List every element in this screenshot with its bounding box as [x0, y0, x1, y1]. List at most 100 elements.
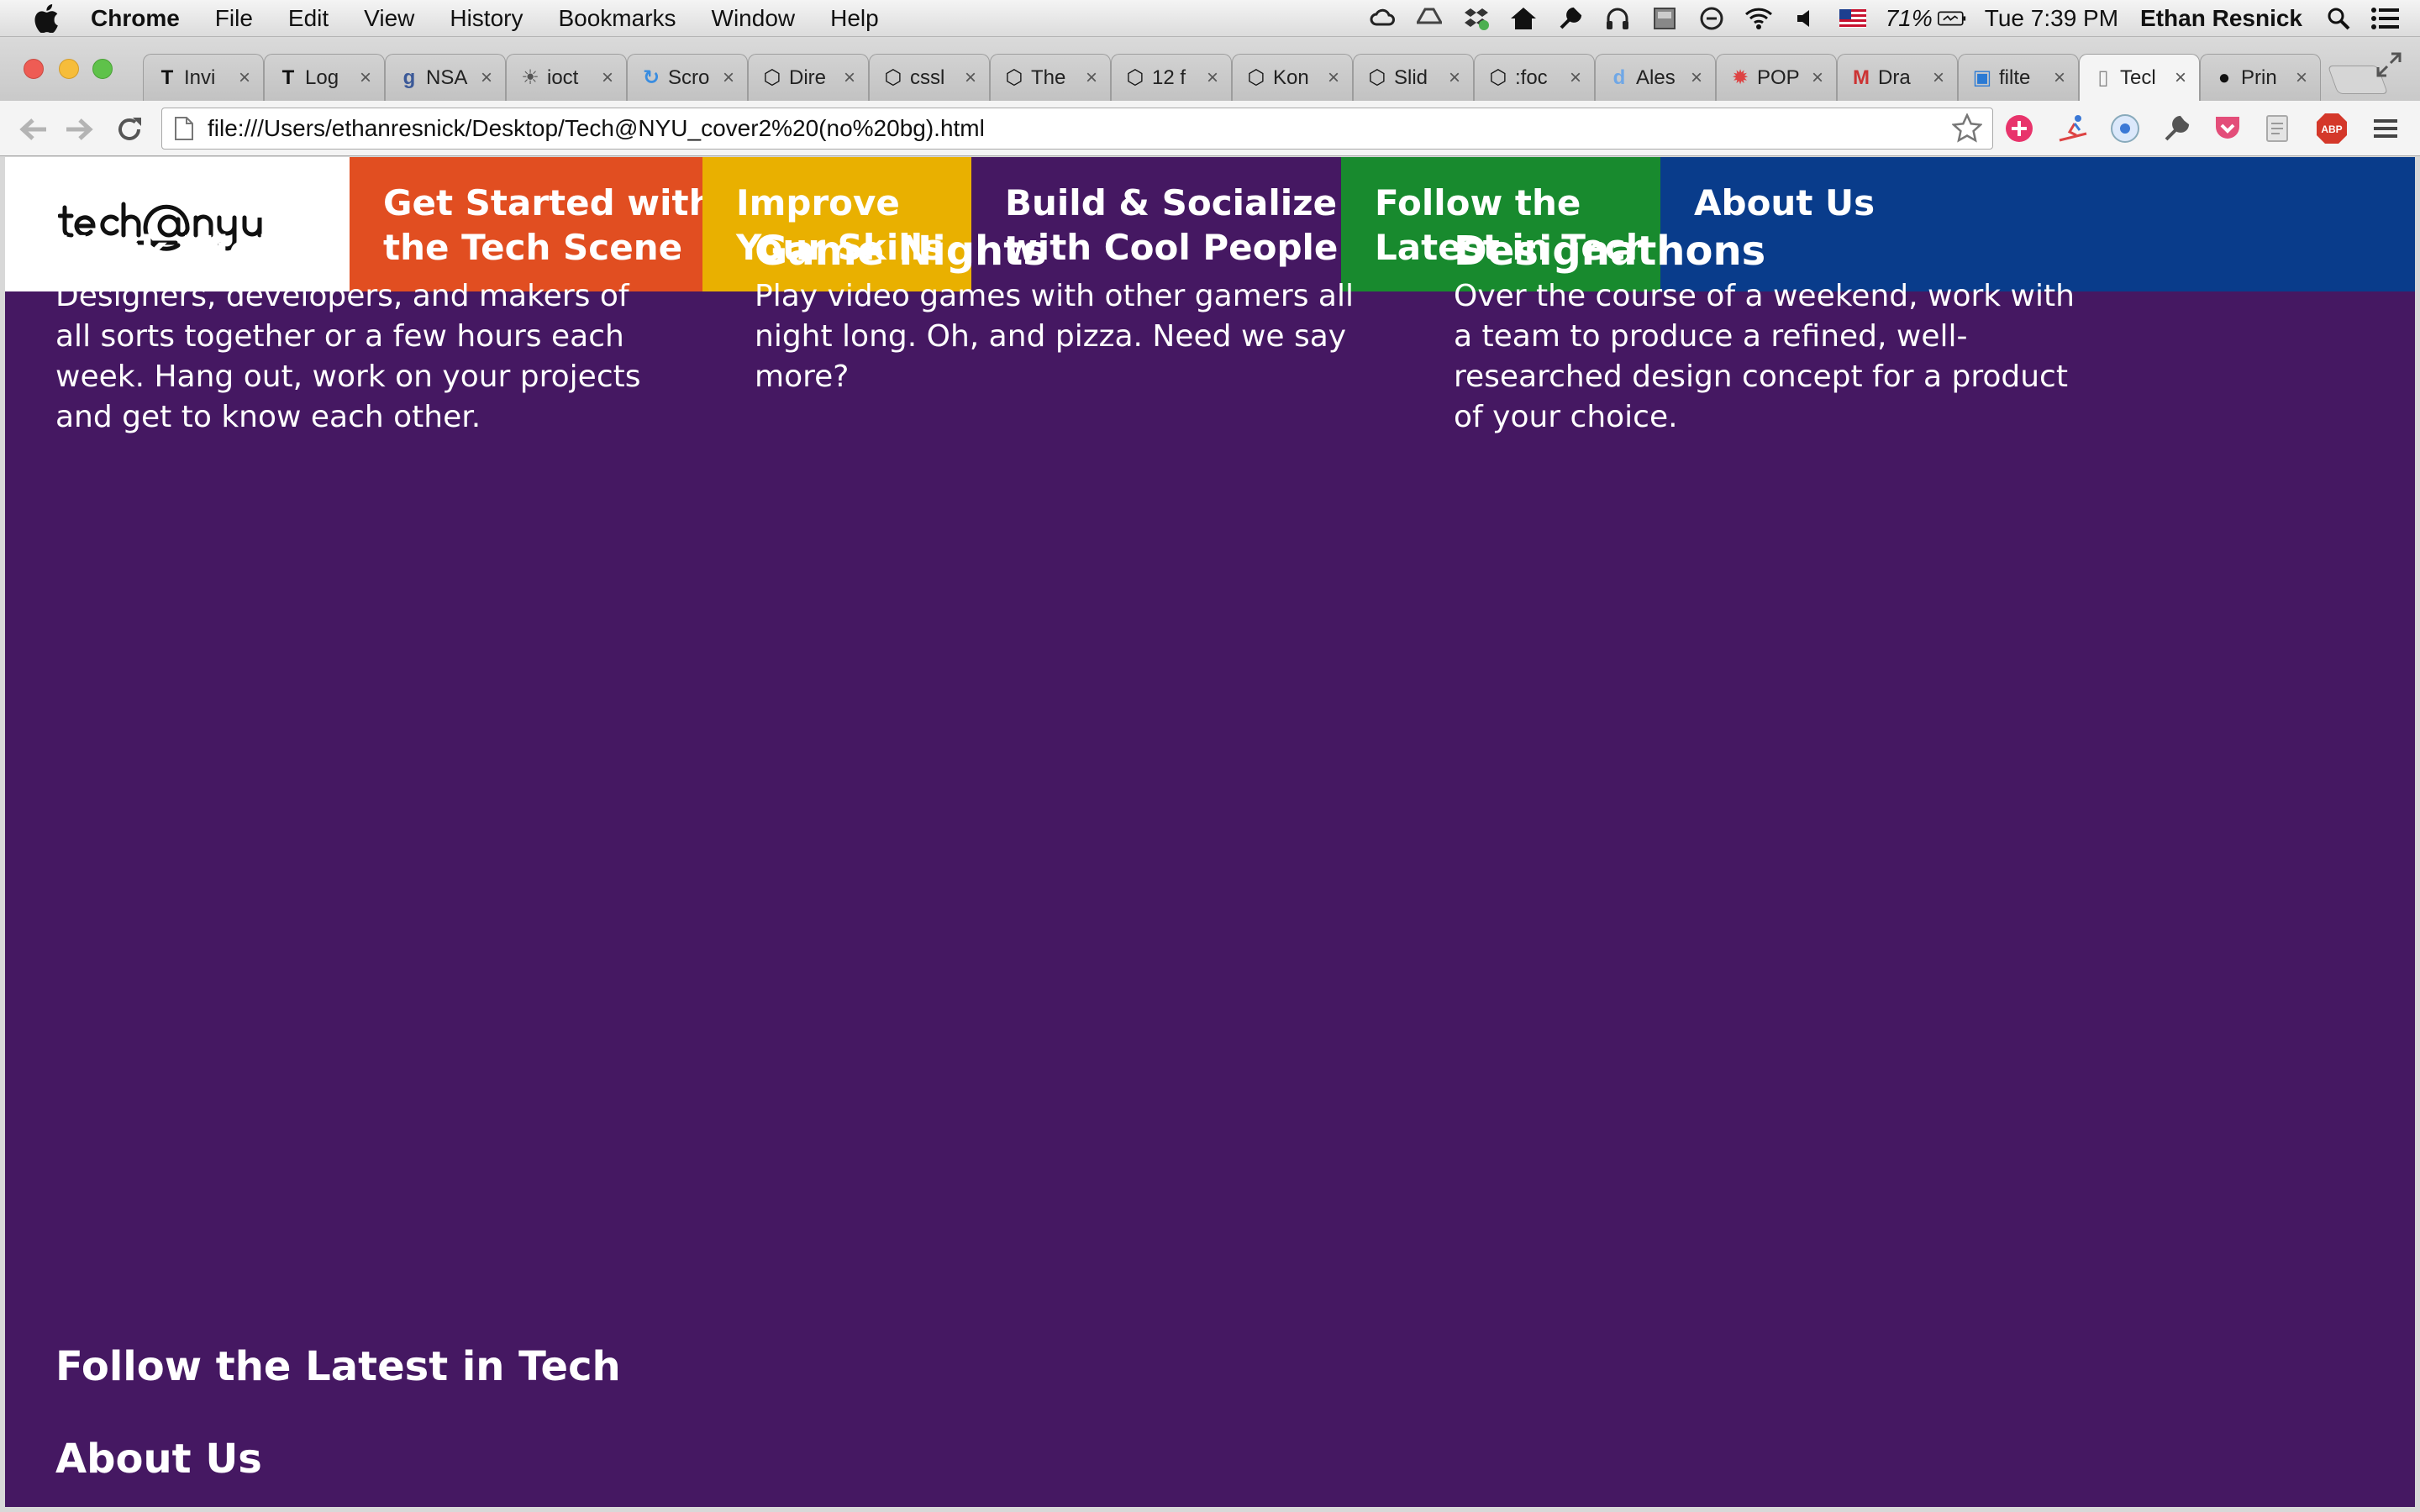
browser-tab[interactable]: T Invi ×	[143, 54, 264, 101]
tab-close-icon[interactable]: ×	[1928, 66, 1949, 90]
tab-title: filte	[1999, 66, 2031, 89]
event-title[interactable]: Hack Nights	[55, 226, 694, 276]
tab-close-icon[interactable]: ×	[839, 66, 860, 90]
wrench-icon[interactable]	[2161, 113, 2193, 144]
notification-list-icon[interactable]	[2371, 6, 2400, 31]
wrench-icon[interactable]	[1556, 6, 1585, 31]
tab-close-icon[interactable]: ×	[718, 66, 739, 90]
tab-close-icon[interactable]: ×	[1323, 66, 1344, 90]
tab-title: Slid	[1394, 66, 1428, 89]
us-flag-icon[interactable]	[1839, 6, 1867, 31]
menubar-user-name[interactable]: Ethan Resnick	[2140, 5, 2302, 32]
tab-title: Tecl	[2120, 66, 2156, 89]
browser-tab[interactable]: ⬡ Kon ×	[1232, 54, 1353, 101]
tab-close-icon[interactable]: ×	[1565, 66, 1586, 90]
minimize-window-button[interactable]	[59, 59, 79, 79]
tab-close-icon[interactable]: ×	[476, 66, 497, 90]
target-icon[interactable]	[2109, 113, 2141, 144]
browser-tab[interactable]: ⬡ The ×	[990, 54, 1111, 101]
browser-tab[interactable]: M Dra ×	[1837, 54, 1958, 101]
fullscreen-icon[interactable]	[2376, 52, 2402, 77]
event-description: Over the course of a weekend, work with …	[1454, 279, 2075, 434]
google-drive-icon[interactable]	[1415, 6, 1444, 31]
event-title[interactable]: Game Nights	[755, 226, 1393, 276]
tab-close-icon[interactable]: ×	[1081, 66, 1102, 90]
browser-tab[interactable]: ⬡ cssl ×	[869, 54, 990, 101]
headphones-icon[interactable]	[1603, 6, 1632, 31]
tab-close-icon[interactable]: ×	[1444, 66, 1465, 90]
browser-tab[interactable]: ↻ Scro ×	[627, 54, 748, 101]
browser-tab[interactable]: T Log ×	[264, 54, 385, 101]
browser-tab[interactable]: ☀ ioct ×	[506, 54, 627, 101]
document-icon[interactable]	[2262, 113, 2294, 144]
menu-file[interactable]: File	[215, 5, 253, 32]
event-hack-nights: Hack Nights Designers, developers, and m…	[55, 226, 694, 438]
browser-tab[interactable]: ⬡ :foc ×	[1474, 54, 1595, 101]
close-window-button[interactable]	[24, 59, 44, 79]
tab-close-icon[interactable]: ×	[960, 66, 981, 90]
tab-title: ioct	[547, 66, 579, 89]
forward-button[interactable]	[62, 113, 96, 146]
tab-close-icon[interactable]: ×	[1202, 66, 1223, 90]
browser-tab[interactable]: g NSA ×	[385, 54, 506, 101]
reload-button[interactable]	[113, 113, 146, 146]
tab-close-icon[interactable]: ×	[234, 66, 255, 90]
battery-percentage[interactable]: 71%	[1886, 5, 1933, 32]
tab-title: :foc	[1515, 66, 1548, 89]
browser-tab[interactable]: ● Prin ×	[2200, 54, 2321, 101]
apple-menu-icon[interactable]	[34, 3, 59, 33]
page-icon	[175, 117, 193, 140]
volume-icon[interactable]	[1791, 6, 1820, 31]
event-designathons: Designathons Over the course of a weeken…	[1454, 226, 2092, 438]
tab-close-icon[interactable]: ×	[355, 66, 376, 90]
menu-help[interactable]: Help	[830, 5, 879, 32]
browser-tab[interactable]: ⬡ Dire ×	[748, 54, 869, 101]
tab-title: Kon	[1273, 66, 1309, 89]
dropbox-icon[interactable]	[1462, 6, 1491, 31]
skier-icon[interactable]	[2057, 113, 2089, 144]
tab-favicon-icon: g	[402, 66, 416, 89]
menu-view[interactable]: View	[364, 5, 414, 32]
adblock-icon[interactable]: ABP	[2316, 113, 2348, 144]
browser-tab[interactable]: ⬡ 12 f ×	[1111, 54, 1232, 101]
window-icon[interactable]	[1650, 6, 1679, 31]
browser-tab[interactable]: d Ales ×	[1595, 54, 1716, 101]
chrome-menu-icon[interactable]	[2370, 113, 2402, 144]
tab-close-icon[interactable]: ×	[2291, 66, 2312, 90]
tab-favicon-icon: ⬡	[1126, 66, 1144, 89]
browser-tab[interactable]: ⬡ Slid ×	[1353, 54, 1474, 101]
spotlight-icon[interactable]	[2324, 6, 2353, 31]
zoom-window-button[interactable]	[92, 59, 113, 79]
creative-cloud-icon[interactable]	[1368, 6, 1397, 31]
bookmark-star-icon[interactable]	[1952, 113, 1982, 144]
menu-app-chrome[interactable]: Chrome	[91, 5, 180, 32]
battery-icon[interactable]	[1937, 6, 1966, 31]
menu-edit[interactable]: Edit	[288, 5, 329, 32]
menu-bookmarks[interactable]: Bookmarks	[558, 5, 676, 32]
tab-title: The	[1031, 66, 1066, 89]
add-circle-icon[interactable]	[2003, 113, 2035, 144]
tab-close-icon[interactable]: ×	[1807, 66, 1828, 90]
tab-close-icon[interactable]: ×	[1686, 66, 1707, 90]
section-about-us[interactable]: About Us	[55, 1434, 262, 1484]
web-page: Get Started with the Tech Scene Improve …	[5, 157, 2415, 1507]
address-bar[interactable]: file:///Users/ethanresnick/Desktop/Tech@…	[161, 108, 1993, 150]
tab-favicon-icon: ⬡	[1489, 66, 1507, 89]
tab-close-icon[interactable]: ×	[597, 66, 618, 90]
menu-history[interactable]: History	[450, 5, 523, 32]
event-title[interactable]: Designathons	[1454, 226, 2092, 276]
url-text[interactable]: file:///Users/ethanresnick/Desktop/Tech@…	[208, 115, 1952, 142]
browser-tab[interactable]: ▯ Tecl ×	[2079, 54, 2200, 101]
sync-icon[interactable]	[1697, 6, 1726, 31]
home-icon[interactable]	[1509, 6, 1538, 31]
back-button[interactable]	[17, 113, 50, 146]
browser-tab[interactable]: ✹ POP ×	[1716, 54, 1837, 101]
section-follow-latest[interactable]: Follow the Latest in Tech	[55, 1341, 621, 1392]
menu-window[interactable]: Window	[712, 5, 796, 32]
browser-tab[interactable]: ▣ filte ×	[1958, 54, 2079, 101]
wifi-icon[interactable]	[1744, 6, 1773, 31]
tab-close-icon[interactable]: ×	[2049, 66, 2070, 90]
pocket-icon[interactable]	[2212, 113, 2244, 144]
tab-close-icon[interactable]: ×	[2170, 66, 2191, 90]
menubar-clock[interactable]: Tue 7:39 PM	[1985, 5, 2118, 32]
